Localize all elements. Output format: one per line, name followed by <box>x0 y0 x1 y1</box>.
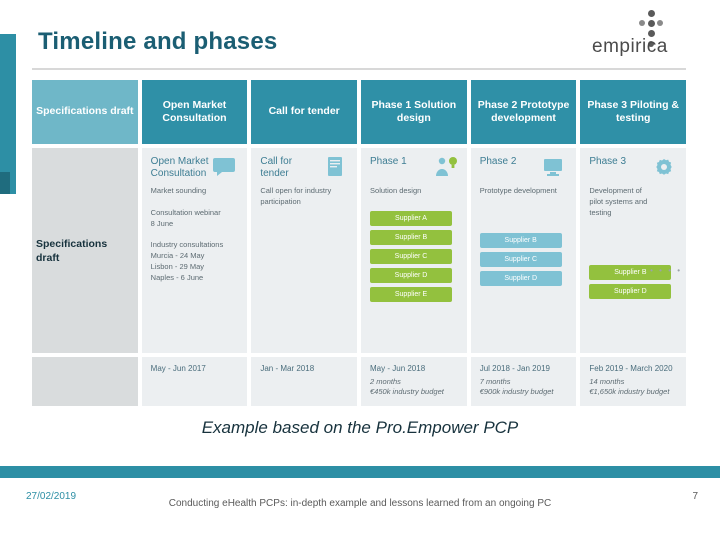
panel-phase1-text: Solution design <box>370 186 422 195</box>
supplier-chip: Supplier C <box>370 248 453 264</box>
panel-phase1-suppliers: Supplier A Supplier B Supplier C Supplie… <box>370 210 458 302</box>
column-specifications <box>32 148 138 406</box>
panel-phase3: Phase 3 Development of pilot systems and… <box>580 148 687 353</box>
panel-omc-title: Open Market Consultation <box>150 156 209 179</box>
phase-header-call-for-tender: Call for tender <box>251 80 358 144</box>
phase-label: Phase 2 Prototype development <box>477 98 570 124</box>
panel-phase1-head: Phase 1 <box>370 156 458 180</box>
footer-title: Conducting eHealth PCPs: in-depth exampl… <box>168 497 552 509</box>
empirica-logo: empirica <box>592 10 702 62</box>
page-title: Timeline and phases <box>38 28 278 55</box>
column-phase1: Phase 1 Solution design Supplier A Suppl… <box>361 148 467 406</box>
panel-phase2-text: Prototype development <box>479 186 557 195</box>
panel-cft-date: Jan - Mar 2018 <box>260 364 315 373</box>
panel-phase1-title: Phase 1 <box>370 156 407 167</box>
panel-cft-text: Call open for industry participation <box>260 186 332 206</box>
panel-omc-footer: May - Jun 2017 <box>141 357 248 406</box>
phase-header-row: Specifications draft Open Market Consult… <box>32 80 687 144</box>
phase-header-omc: Open Market Consultation <box>141 80 248 144</box>
panel-phase3-footer: Feb 2019 - March 2020 14 months €1,650k … <box>580 357 687 406</box>
supplier-chip: Supplier B <box>479 232 562 248</box>
supplier-chip: Supplier D <box>589 283 672 299</box>
phase-header-phase1: Phase 1 Solution design <box>361 80 467 144</box>
panel-phase2-head: Phase 2 <box>480 156 568 180</box>
decorative-bottom-bar <box>0 466 720 478</box>
gear-icon <box>651 156 677 180</box>
supplier-chip: Supplier C <box>479 251 562 267</box>
panel-phase3-note: 14 months €1,650k industry budget <box>589 376 670 396</box>
panel-phase3-title: Phase 3 <box>589 156 627 167</box>
column-open-market-consultation: Open Market Consultation Market sounding… <box>141 148 248 406</box>
phase-label: Open Market Consultation <box>162 98 227 124</box>
decorative-left-bar <box>0 34 16 194</box>
panel-phase3-text: Development of pilot systems and testing <box>589 186 648 217</box>
footer-page-number: 7 <box>692 491 698 502</box>
phase-label: Call for tender <box>268 105 340 118</box>
panel-phase2-title: Phase 2 <box>479 156 517 167</box>
panel-phase3-head: Phase 3 <box>589 156 677 180</box>
panel-phase2-suppliers: Supplier B Supplier C Supplier D <box>479 232 568 286</box>
panel-phase2-date: Jul 2018 - Jan 2019 <box>479 364 550 373</box>
computer-icon <box>541 156 567 180</box>
panel-phase1: Phase 1 Solution design Supplier A Suppl… <box>361 148 467 353</box>
person-idea-icon <box>432 156 458 180</box>
dotted-continuation: • • • • <box>650 266 683 275</box>
column-phase2: Phase 2 Prototype development Supplier B… <box>470 148 577 406</box>
supplier-chip: Supplier E <box>370 286 453 302</box>
speech-bubble-icon <box>212 156 238 180</box>
phase-header-specifications: Specifications draft <box>32 80 138 144</box>
panel-cft-head: Call for tender <box>260 156 348 180</box>
decorative-left-bar-dark <box>0 172 10 194</box>
title-divider <box>32 68 686 70</box>
phase-label: Phase 1 Solution design <box>371 98 457 124</box>
panel-omc: Open Market Consultation Market sounding… <box>141 148 248 353</box>
panel-cft: Call for tender Call open for industry p… <box>251 148 358 353</box>
document-icon <box>322 156 348 180</box>
slide-caption: Example based on the Pro.Empower PCP <box>201 418 519 437</box>
supplier-chip: Supplier A <box>370 210 453 226</box>
panel-phase1-footer: May - Jun 2018 2 months €450k industry b… <box>361 357 467 406</box>
panel-phase2: Phase 2 Prototype development Supplier B… <box>470 148 577 353</box>
panel-omc-head: Open Market Consultation <box>151 156 239 180</box>
phase-label: Specifications draft <box>36 105 134 118</box>
panel-phase1-date: May - Jun 2018 <box>370 364 426 373</box>
logo-wordmark: empirica <box>592 36 668 57</box>
panel-omc-date: May - Jun 2017 <box>150 364 206 373</box>
phase-header-phase2: Phase 2 Prototype development <box>470 80 577 144</box>
footer-date: 27/02/2019 <box>26 491 77 502</box>
supplier-chip: Supplier D <box>479 270 562 286</box>
panel-phase2-footer: Jul 2018 - Jan 2019 7 months €900k indus… <box>470 357 577 406</box>
panel-phase1-note: 2 months €450k industry budget <box>370 376 444 396</box>
panel-phase2-note: 7 months €900k industry budget <box>479 376 554 396</box>
panel-phase3-date: Feb 2019 - March 2020 <box>589 364 673 373</box>
column-call-for-tender: Call for tender Call open for industry p… <box>251 148 358 406</box>
phase-header-phase3: Phase 3 Piloting & testing <box>580 80 687 144</box>
phase-label: Phase 3 Piloting & testing <box>587 98 679 124</box>
timeline-diagram: Open Market Consultation Market sounding… <box>32 148 687 406</box>
panel-cft-title: Call for tender <box>260 156 293 179</box>
panel-omc-text: Market sounding Consultation webinar 8 J… <box>150 186 224 282</box>
supplier-chip: Supplier D <box>370 267 453 283</box>
panel-cft-footer: Jan - Mar 2018 <box>251 357 358 406</box>
specifications-draft-overlay: Specifications draft <box>36 238 108 264</box>
panel-specifications-footer <box>32 357 138 406</box>
supplier-chip: Supplier B <box>370 229 453 245</box>
column-phase3: Phase 3 Development of pilot systems and… <box>580 148 687 406</box>
